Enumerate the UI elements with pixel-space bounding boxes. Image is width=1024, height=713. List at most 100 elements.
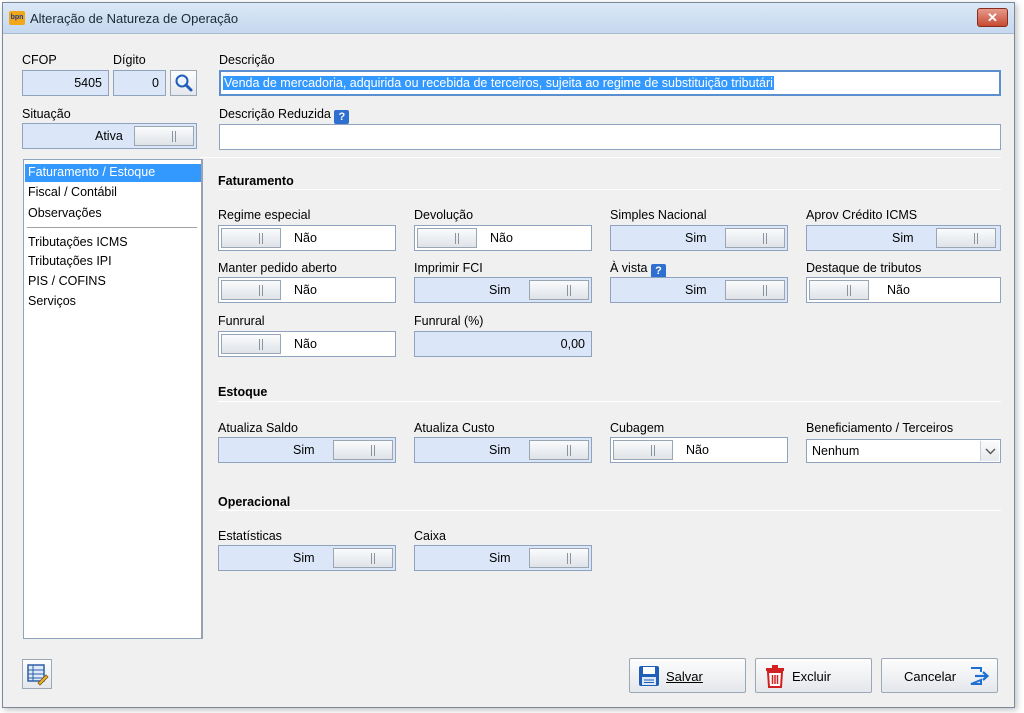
regime-especial-value: Não [294,231,317,245]
descricao-reduzida-label: Descrição Reduzida ? [219,107,350,124]
save-button-label: Salvar [666,669,703,684]
form-edit-icon [27,664,49,686]
destaque-tributos-value: Não [887,283,910,297]
situacao-label: Situação [22,107,71,121]
dialog-window: bpn Alteração de Natureza de Operação ✕ … [2,2,1015,708]
form-settings-button[interactable] [22,659,52,689]
devolucao-value: Não [490,231,513,245]
sidebar-nav: Faturamento / Estoque Fiscal / Contábil … [23,159,203,639]
toggle-switch-handle[interactable] [529,280,589,300]
funrural-value: Não [294,337,317,351]
a-vista-value: Sim [685,283,707,297]
close-button[interactable]: ✕ [977,8,1008,27]
aprov-credito-icms-toggle[interactable]: Sim [806,225,1001,251]
sidebar-item-tributacoes-icms[interactable]: Tributações ICMS [25,234,201,252]
devolucao-label: Devolução [414,208,474,222]
search-button[interactable] [170,70,197,96]
dropdown-button[interactable] [980,441,999,461]
descricao-reduzida-text: Descrição Reduzida [219,107,331,121]
section-title-estoque: Estoque [218,385,268,399]
funrural-pct-value: 0,00 [560,337,585,351]
cancel-button[interactable]: Cancelar [881,658,998,693]
cubagem-label: Cubagem [610,421,665,435]
a-vista-toggle[interactable]: Sim [610,277,788,303]
atualiza-custo-toggle[interactable]: Sim [414,437,592,463]
atualiza-saldo-toggle[interactable]: Sim [218,437,396,463]
situacao-toggle[interactable]: Ativa [22,123,197,149]
a-vista-label: À vista ? [610,261,666,278]
cancel-button-label: Cancelar [904,669,957,684]
estatisticas-toggle[interactable]: Sim [218,545,396,571]
toggle-switch-handle[interactable] [221,280,281,300]
toggle-switch-handle[interactable] [134,126,194,146]
title-bar[interactable]: bpn Alteração de Natureza de Operação ✕ [3,3,1014,34]
toggle-switch-handle[interactable] [936,228,996,248]
caixa-toggle[interactable]: Sim [414,545,592,571]
toggle-switch-handle[interactable] [333,440,393,460]
section-divider [218,510,1001,511]
cfop-field[interactable]: 5405 [22,70,109,96]
exit-arrow-icon [970,667,990,685]
toggle-switch-handle[interactable] [221,228,281,248]
window-title: Alteração de Natureza de Operação [30,11,239,26]
section-title-operacional: Operacional [218,495,291,509]
sidebar-item-observacoes[interactable]: Observações [25,205,201,223]
sidebar-item-tributacoes-ipi[interactable]: Tributações IPI [25,253,201,271]
estatisticas-value: Sim [293,551,315,565]
toggle-switch-handle[interactable] [725,280,785,300]
toggle-switch-handle[interactable] [809,280,869,300]
descricao-label: Descrição [219,53,275,67]
imprimir-fci-label: Imprimir FCI [414,261,483,275]
delete-button-label: Excluir [792,669,832,684]
manter-pedido-aberto-label: Manter pedido aberto [218,261,337,275]
regime-especial-label: Regime especial [218,208,311,222]
atualiza-custo-label: Atualiza Custo [414,421,495,435]
section-divider [218,401,1001,402]
imprimir-fci-toggle[interactable]: Sim [414,277,592,303]
simples-nacional-toggle[interactable]: Sim [610,225,788,251]
search-icon [175,74,193,92]
regime-especial-toggle[interactable]: Não [218,225,396,251]
toggle-switch-handle[interactable] [613,440,673,460]
beneficiamento-select[interactable]: Nenhum [806,439,1001,463]
sidebar-item-servicos[interactable]: Serviços [25,293,201,311]
help-icon[interactable]: ? [651,264,666,278]
toggle-switch-handle[interactable] [725,228,785,248]
toggle-switch-handle[interactable] [417,228,477,248]
cubagem-value: Não [686,443,709,457]
caixa-label: Caixa [414,529,446,543]
funrural-pct-label: Funrural (%) [414,314,484,328]
toggle-switch-handle[interactable] [529,548,589,568]
atualiza-saldo-value: Sim [293,443,315,457]
aprov-credito-icms-value: Sim [892,231,914,245]
help-icon[interactable]: ? [334,110,350,124]
sidebar-item-faturamento-estoque[interactable]: Faturamento / Estoque [25,164,201,182]
funrural-toggle[interactable]: Não [218,331,396,357]
simples-nacional-value: Sim [685,231,707,245]
sidebar-item-fiscal-contabil[interactable]: Fiscal / Contábil [25,184,201,202]
section-divider [218,189,1001,190]
cfop-value: 5405 [74,76,102,90]
destaque-tributos-label: Destaque de tributos [806,261,922,275]
floppy-disk-icon [639,666,659,686]
panel-divider [201,159,202,639]
atualiza-saldo-label: Atualiza Saldo [218,421,298,435]
estatisticas-label: Estatísticas [218,529,282,543]
descricao-input[interactable]: Venda de mercadoria, adquirida ou recebi… [219,70,1001,96]
aprov-credito-icms-label: Aprov Crédito ICMS [806,208,918,222]
save-button[interactable]: Salvar [629,658,746,693]
digito-field[interactable]: 0 [113,70,166,96]
descricao-reduzida-input[interactable] [219,124,1001,150]
manter-pedido-aberto-toggle[interactable]: Não [218,277,396,303]
toggle-switch-handle[interactable] [333,548,393,568]
devolucao-toggle[interactable]: Não [414,225,592,251]
delete-button[interactable]: Excluir [755,658,872,693]
cubagem-toggle[interactable]: Não [610,437,788,463]
toggle-switch-handle[interactable] [529,440,589,460]
sidebar-item-pis-cofins[interactable]: PIS / COFINS [25,273,201,291]
funrural-pct-input[interactable]: 0,00 [414,331,592,357]
toggle-switch-handle[interactable] [221,334,281,354]
beneficiamento-value: Nenhum [812,444,860,458]
destaque-tributos-toggle[interactable]: Não [806,277,1001,303]
descricao-value: Venda de mercadoria, adquirida ou recebi… [223,76,774,90]
